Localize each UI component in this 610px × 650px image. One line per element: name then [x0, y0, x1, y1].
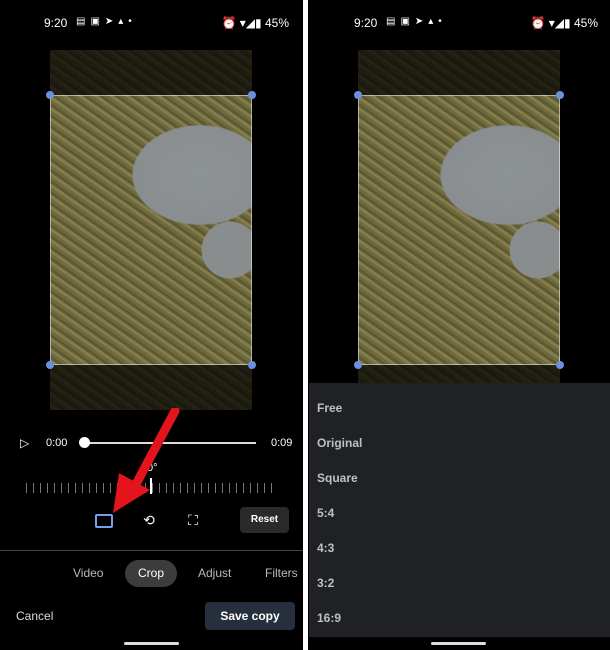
menu-item-5-4[interactable]: 5:4 [317, 506, 334, 520]
crop-handle-top-left[interactable] [354, 91, 362, 99]
menu-item-free[interactable]: Free [317, 401, 342, 415]
cropped-area-top [50, 50, 252, 95]
crop-handle-bottom-left[interactable] [46, 361, 54, 369]
status-bar: 9:20 ▤▣➤▴• ⏰ ▾◢▮ 45% [308, 14, 610, 32]
scrubber-handle[interactable] [79, 437, 90, 448]
status-bar: 9:20 ▤▣➤▴• ⏰ ▾◢▮ 45% [0, 14, 303, 32]
video-preview[interactable] [358, 50, 560, 410]
crop-handle-bottom-left[interactable] [354, 361, 362, 369]
clock: 9:20 [354, 16, 378, 30]
notification-icons: ▤▣➤▴• [386, 16, 447, 27]
duration: 0:09 [271, 437, 293, 449]
current-time: 0:00 [46, 437, 68, 449]
crop-handle-top-right[interactable] [248, 91, 256, 99]
editor-screen-crop: 9:20 ▤▣➤▴• ⏰ ▾◢▮ 45% ▷ 0:00 0:09 0° ⟲ ⛶ … [0, 0, 303, 650]
aspect-ratio-menu: Free Original Square 5:4 4:3 3:2 16:9 [309, 383, 610, 637]
system-icons: ⏰ ▾◢▮ 45% [530, 16, 599, 30]
home-indicator[interactable] [124, 642, 179, 645]
battery-level: 45% [264, 16, 289, 30]
system-icons: ⏰ ▾◢▮ 45% [221, 16, 290, 30]
cancel-button[interactable]: Cancel [16, 609, 53, 623]
free-crop-icon[interactable]: ⛶ [183, 512, 203, 530]
crop-handle-top-right[interactable] [556, 91, 564, 99]
divider [0, 550, 303, 551]
tab-video[interactable]: Video [73, 566, 103, 580]
red-arrow-annotation [113, 408, 180, 513]
crop-handle-top-left[interactable] [46, 91, 54, 99]
tab-filters[interactable]: Filters [265, 566, 298, 580]
menu-item-3-2[interactable]: 3:2 [317, 576, 334, 590]
editor-screen-aspect-menu: 9:20 ▤▣➤▴• ⏰ ▾◢▮ 45% Free Original Squar… [308, 0, 610, 650]
tab-crop[interactable]: Crop [125, 560, 177, 587]
clock: 9:20 [44, 16, 68, 30]
menu-item-4-3[interactable]: 4:3 [317, 541, 334, 555]
tab-adjust[interactable]: Adjust [198, 566, 231, 580]
menu-item-original[interactable]: Original [317, 436, 362, 450]
reset-button[interactable]: Reset [240, 507, 289, 533]
crop-handle-bottom-right[interactable] [248, 361, 256, 369]
crop-handle-bottom-right[interactable] [556, 361, 564, 369]
play-icon[interactable]: ▷ [20, 436, 29, 450]
video-preview[interactable] [50, 50, 252, 410]
crop-frame[interactable] [358, 95, 560, 365]
menu-item-square[interactable]: Square [317, 471, 358, 485]
home-indicator[interactable] [431, 642, 486, 645]
cropped-area-top [358, 50, 560, 95]
notification-icons: ▤▣➤▴• [76, 16, 137, 27]
crop-frame[interactable] [50, 95, 252, 365]
battery-level: 45% [573, 16, 598, 30]
save-copy-button[interactable]: Save copy [205, 602, 295, 630]
menu-item-16-9[interactable]: 16:9 [317, 611, 341, 625]
cropped-area-bottom [50, 365, 252, 410]
